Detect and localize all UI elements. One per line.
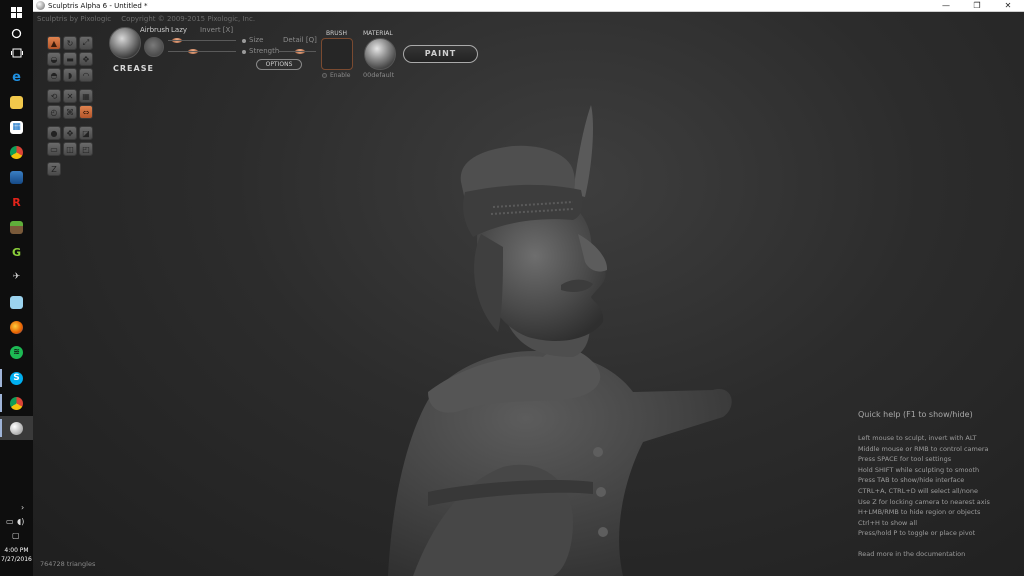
plane-tool-icon[interactable]: ▭ — [47, 142, 61, 156]
task-view-icon[interactable] — [0, 41, 33, 65]
minecraft-icon[interactable] — [0, 215, 33, 239]
size-indicator-dot — [242, 39, 246, 43]
network-icon[interactable]: ▭ — [6, 517, 14, 526]
title-bar[interactable]: Sculptris Alpha 6 - Untitled * — ❐ ✕ — [33, 0, 1024, 12]
quick-help-line: Hold SHIFT while sculpting to smooth — [858, 465, 980, 474]
green-g-icon[interactable]: G — [0, 240, 33, 264]
mirror-tool-icon[interactable]: ⌘ — [63, 105, 77, 119]
clock-tool-icon[interactable]: ◴ — [47, 105, 61, 119]
skype-icon[interactable]: S — [0, 366, 33, 390]
symmetry-tool-icon[interactable]: ⟲ — [47, 89, 61, 103]
wireframe-tool-icon[interactable]: ✕ — [63, 89, 77, 103]
spotify-icon[interactable]: ≋ — [0, 340, 33, 364]
sphere-tool-icon[interactable]: ● — [47, 126, 61, 140]
product-label: Sculptris by Pixologic — [37, 15, 112, 23]
windows-taskbar: e ▦ R G ✈ ≋ S › ▭ ◖) ▢ 4:00 PM 7/27/2016 — [0, 0, 33, 576]
draw-tool-icon[interactable]: ◒ — [47, 52, 61, 66]
sculptris-app-icon — [36, 1, 45, 10]
material-section-label: MATERIAL — [363, 30, 393, 37]
material-ball-icon[interactable] — [364, 38, 396, 70]
mask-tool-icon[interactable]: ◪ — [79, 126, 93, 140]
notepad-icon[interactable] — [0, 290, 33, 314]
strength-indicator-dot — [242, 50, 246, 54]
quick-help-line: Press/hold P to toggle or place pivot — [858, 529, 976, 538]
lazy-slider-track[interactable] — [168, 40, 236, 41]
paint-button[interactable]: PAINT — [403, 45, 478, 63]
enable-checkbox[interactable] — [322, 73, 327, 78]
app-header: Sculptris by Pixologic Copyright © 2009-… — [37, 14, 263, 24]
brush-section-label: BRUSH — [326, 30, 347, 37]
move-tool-icon[interactable]: ✥ — [63, 126, 77, 140]
clock-date: 7/27/2016 — [1, 556, 32, 563]
material-name: 00default — [363, 71, 395, 79]
triangle-count: 764728 triangles — [40, 560, 96, 568]
reduce-tool-icon[interactable]: ◰ — [79, 142, 93, 156]
lazy-label: Lazy — [171, 26, 188, 34]
tool-name-label: CREASE — [113, 64, 154, 73]
window-title: Sculptris Alpha 6 - Untitled * — [48, 2, 148, 10]
options-button[interactable]: OPTIONS — [256, 59, 302, 70]
brush-preview-icon[interactable] — [109, 27, 141, 59]
chevron-up-icon[interactable]: › — [21, 503, 24, 512]
size-label: Size — [249, 36, 264, 44]
firefox-icon[interactable] — [0, 315, 33, 339]
quick-help-line: CTRL+A, CTRL+D will select all/none — [858, 486, 979, 495]
crease-tool-icon[interactable]: ▲ — [47, 36, 61, 50]
documentation-link[interactable]: Read more in the documentation — [858, 550, 1018, 558]
maximize-button[interactable]: ❐ — [962, 0, 992, 12]
size-slider-track[interactable] — [168, 51, 236, 52]
quick-help-line: Press TAB to show/hide interface — [858, 476, 965, 485]
taskbar-clock[interactable]: 4:00 PM 7/27/2016 — [0, 546, 33, 564]
quick-help-line: Middle mouse or RMB to control camera — [858, 444, 989, 453]
clock-time: 4:00 PM — [4, 547, 29, 554]
strength-label: Strength — [249, 47, 280, 55]
minimize-button[interactable]: — — [931, 0, 961, 12]
pinch-tool-icon[interactable]: ◗ — [63, 68, 77, 82]
detail-label[interactable]: Detail [Q] — [283, 36, 317, 45]
sculptris-window: Sculptris Alpha 6 - Untitled * — ❐ ✕ Scu… — [33, 0, 1024, 576]
tool-icon[interactable]: ✈ — [0, 265, 33, 289]
grab-tool-icon[interactable]: ✥ — [79, 52, 93, 66]
quick-help-line: H+LMB/RMB to hide region or objects — [858, 508, 981, 517]
smooth-tool-icon[interactable]: ◠ — [79, 68, 93, 82]
photos-icon[interactable] — [0, 165, 33, 189]
store-icon[interactable]: ▦ — [0, 115, 33, 139]
quick-help-line: Use Z for locking camera to nearest axis — [858, 497, 990, 506]
close-button[interactable]: ✕ — [993, 0, 1023, 12]
quick-help-title: Quick help (F1 to show/hide) — [858, 410, 973, 419]
edge-icon[interactable]: e — [0, 65, 33, 89]
airbrush-label: Airbrush — [140, 26, 170, 34]
quick-help-line: Press SPACE for tool settings — [858, 455, 952, 464]
inflate-tool-icon[interactable]: ◓ — [47, 68, 61, 82]
scale-tool-icon[interactable]: ⤢ — [79, 36, 93, 50]
file-explorer-icon[interactable] — [0, 90, 33, 114]
symmetry-active-icon[interactable]: ⇔ — [79, 105, 93, 119]
invert-label[interactable]: Invert [X] — [200, 26, 233, 35]
chrome-profile-icon[interactable] — [0, 391, 33, 415]
rotate-tool-icon[interactable]: ↻ — [63, 36, 77, 50]
airbrush-toggle[interactable] — [144, 37, 164, 57]
enable-label: Enable — [330, 72, 351, 79]
roblox-icon[interactable]: R — [0, 190, 33, 214]
sculpt-viewport[interactable]: Sculptris by Pixologic Copyright © 2009-… — [33, 12, 1024, 576]
flatten-tool-icon[interactable]: ▬ — [63, 52, 77, 66]
sculptris-icon[interactable] — [0, 416, 33, 440]
quick-help-panel: Quick help (F1 to show/hide) Left mouse … — [858, 410, 1018, 558]
gozbrush-tool-icon[interactable]: Z — [47, 162, 61, 176]
quick-help-line: Ctrl+H to show all — [858, 518, 918, 527]
action-center-icon[interactable]: ▢ — [12, 531, 20, 540]
grid-tool-icon[interactable]: ▦ — [79, 89, 93, 103]
hide-tool-icon[interactable]: ◫ — [63, 142, 77, 156]
quick-help-line: Left mouse to sculpt, invert with ALT — [858, 434, 977, 442]
chrome-icon[interactable] — [0, 140, 33, 164]
volume-icon[interactable]: ◖) — [17, 517, 24, 526]
brush-texture-slot[interactable] — [321, 38, 353, 70]
copyright-label: Copyright © 2009-2015 Pixologic, Inc. — [121, 15, 256, 23]
strength-slider-track[interactable] — [278, 51, 316, 52]
